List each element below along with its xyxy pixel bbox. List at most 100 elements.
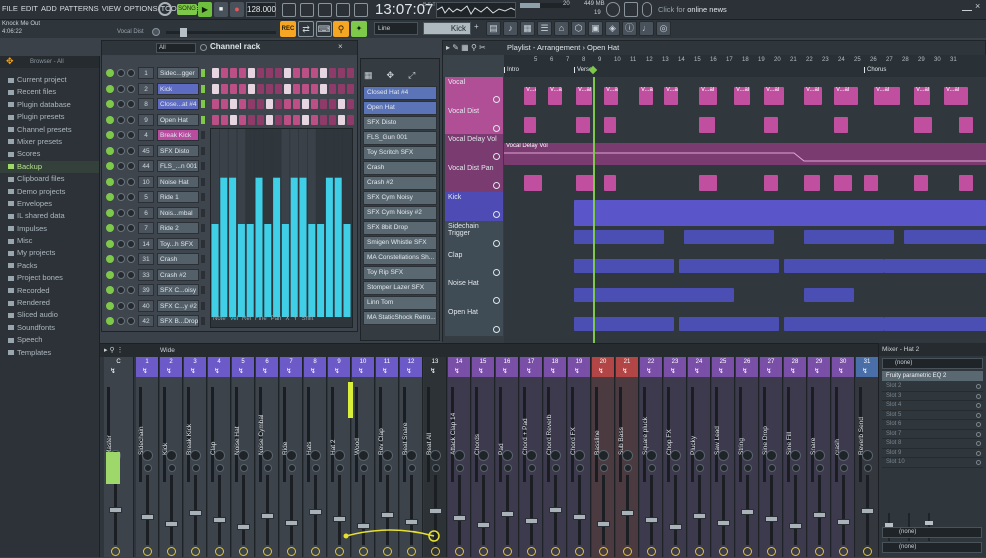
step-button[interactable]	[320, 99, 327, 109]
mixer-strip[interactable]: 26 ↯ String	[736, 357, 759, 557]
volume-fader-cap[interactable]	[261, 513, 274, 519]
picker-automation-icon[interactable]: ⤢	[408, 70, 415, 80]
cpu-history-icon[interactable]	[606, 2, 620, 17]
mute-led-icon[interactable]	[106, 193, 114, 201]
pat-song-knob-icon[interactable]	[158, 2, 172, 16]
send-switch-icon[interactable]	[647, 547, 656, 556]
pan-clip[interactable]	[834, 175, 852, 191]
browser-item[interactable]: Backup	[0, 160, 99, 174]
browser-item[interactable]: Project bones	[0, 272, 99, 284]
volume-fader-track[interactable]	[842, 475, 845, 545]
microphone-icon[interactable]	[642, 2, 652, 17]
countdown-icon[interactable]	[318, 3, 332, 17]
pan-clip[interactable]	[959, 175, 973, 191]
step-button[interactable]	[248, 114, 255, 125]
blend-notes-icon[interactable]	[336, 3, 350, 17]
volume-fader-track[interactable]	[818, 475, 821, 545]
mixer-strip[interactable]: 18 ↯ Chord Reverb	[544, 357, 567, 557]
vocal-clip[interactable]: V...al	[548, 87, 562, 105]
track-route-icon[interactable]: ↯	[262, 367, 268, 375]
track-header[interactable]: Vocal Delay Vol	[445, 134, 503, 163]
stereo-knob-icon[interactable]	[552, 464, 560, 472]
mixer-strip[interactable]: 3 ↯ Break Kick	[184, 357, 207, 557]
clap-clip[interactable]	[784, 259, 884, 273]
mute-led-icon[interactable]	[106, 69, 114, 77]
browser-item[interactable]: Recent files	[0, 86, 99, 98]
pan-knob-icon[interactable]	[117, 317, 125, 325]
step-button[interactable]	[329, 83, 336, 94]
stereo-knob-icon[interactable]	[480, 464, 488, 472]
browser-item[interactable]: My projects	[0, 247, 99, 259]
select-indicator[interactable]	[201, 177, 205, 186]
stereo-knob-icon[interactable]	[384, 464, 392, 472]
pan-knob-icon[interactable]	[117, 177, 125, 186]
track-route-icon[interactable]: ↯	[646, 367, 652, 375]
channel-mixer-track[interactable]: 40	[138, 299, 154, 312]
track-route-icon[interactable]: ↯	[790, 367, 796, 375]
stereo-knob-icon[interactable]	[432, 464, 440, 472]
step-button[interactable]	[338, 68, 345, 78]
select-indicator[interactable]	[201, 131, 205, 139]
send-switch-icon[interactable]	[311, 547, 320, 556]
vocal-dist-clip[interactable]	[699, 117, 715, 133]
mixer-strip[interactable]: 2 ↯ Kick	[160, 357, 183, 557]
picker-item[interactable]: SFX Disto	[363, 116, 437, 130]
step-button[interactable]	[221, 114, 228, 125]
volume-fader-cap[interactable]	[453, 515, 466, 521]
channel-filter-select[interactable]: All	[156, 43, 196, 53]
select-indicator[interactable]	[201, 286, 205, 294]
mute-led-icon[interactable]	[106, 255, 114, 263]
mixer-strip[interactable]: 20 ↯ Bassline	[592, 357, 615, 557]
mute-led-icon[interactable]	[106, 177, 114, 186]
channel-name-button[interactable]: Crash #2	[157, 268, 199, 281]
pan-knob-icon[interactable]	[598, 450, 609, 461]
track-route-icon[interactable]: ↯	[550, 367, 556, 375]
slot-enable-icon[interactable]	[976, 393, 981, 399]
send-switch-icon[interactable]	[839, 547, 848, 556]
mixer-strip[interactable]: 15 ↯ Chords	[472, 357, 495, 557]
step-button[interactable]	[293, 99, 300, 109]
track-header[interactable]: Open Hat	[445, 307, 503, 336]
browser-item[interactable]: Plugin presets	[0, 111, 99, 123]
volume-fader-cap[interactable]	[285, 520, 298, 526]
mixer-strip[interactable]: 29 ↯ Snare	[808, 357, 831, 557]
link-icon[interactable]: ⚲	[333, 21, 349, 37]
graph-tab[interactable]: Rel	[242, 316, 251, 322]
picker-item[interactable]: Crash #2	[363, 176, 437, 190]
volume-knob-icon[interactable]	[127, 115, 135, 124]
picker-item[interactable]: Toy Scritch SFX	[363, 146, 437, 160]
track-header[interactable]: Sidechain Trigger	[445, 221, 503, 250]
step-button[interactable]	[275, 83, 282, 94]
picker-item[interactable]: SFX Cym Noisy #2	[363, 206, 437, 220]
velocity-bar[interactable]	[325, 177, 333, 317]
volume-fader-cap[interactable]	[309, 509, 322, 515]
volume-fader-cap[interactable]	[621, 510, 634, 516]
send-switch-icon[interactable]	[863, 547, 872, 556]
pan-clip[interactable]	[524, 175, 542, 191]
volume-fader-cap[interactable]	[765, 516, 778, 522]
pan-knob-icon[interactable]	[430, 450, 441, 461]
volume-knob-icon[interactable]	[127, 162, 135, 170]
picker-item[interactable]: Crash	[363, 161, 437, 175]
vocal-clip[interactable]: V...al	[664, 87, 678, 105]
step-button[interactable]	[257, 68, 264, 78]
browser-item[interactable]: Envelopes	[0, 198, 99, 210]
step-button[interactable]	[284, 114, 291, 125]
stereo-knob-icon[interactable]	[360, 464, 368, 472]
mixer-strip[interactable]: 31 ↯ Reverb Send	[856, 357, 879, 557]
channel-name-button[interactable]: Toy...h SFX	[157, 237, 199, 250]
stereo-knob-icon[interactable]	[792, 464, 800, 472]
mute-led-icon[interactable]	[106, 270, 114, 279]
volume-fader-cap[interactable]	[717, 520, 730, 526]
volume-fader-cap[interactable]	[573, 514, 586, 520]
channel-name-button[interactable]: Open Hat	[157, 113, 199, 126]
volume-fader-cap[interactable]	[141, 514, 154, 520]
volume-fader-track[interactable]	[290, 475, 293, 545]
channel-row[interactable]: 2 Kick	[104, 82, 355, 96]
volume-fader-cap[interactable]	[861, 508, 874, 514]
menu-edit[interactable]: EDIT	[21, 0, 38, 18]
effect-slot[interactable]: Slot 6	[882, 420, 983, 430]
wait-input-icon[interactable]	[300, 3, 314, 17]
step-button[interactable]	[266, 83, 273, 94]
pan-knob-icon[interactable]	[718, 450, 729, 461]
